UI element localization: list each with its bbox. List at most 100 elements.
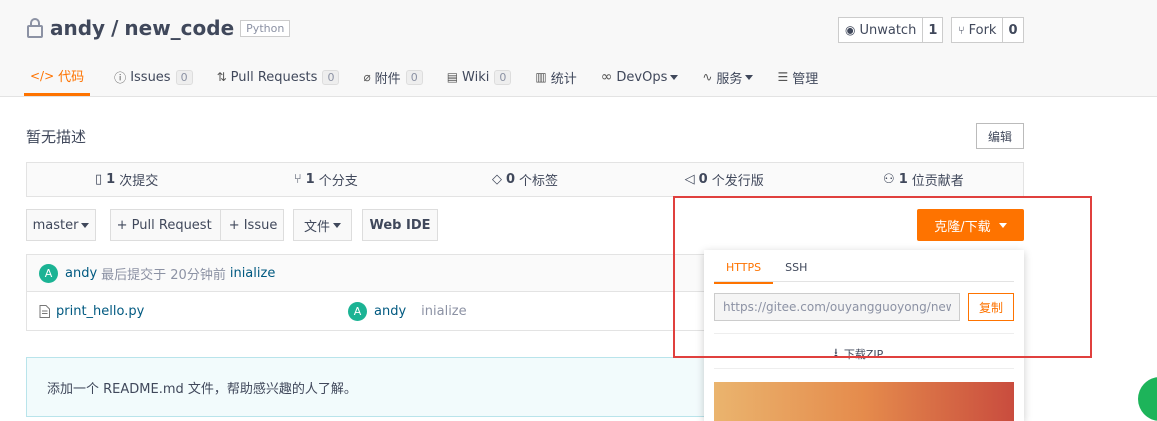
stat-label: 次提交 [119, 174, 159, 189]
edit-button[interactable]: 编辑 [976, 123, 1024, 149]
stat-label: 个标签 [519, 174, 559, 189]
file-commit-message[interactable]: inialize [421, 304, 466, 319]
repo-header: andy / new_code Python ◉ Unwatch 1 ⑂ Fork … [0, 0, 1157, 97]
tab-label: Issues [130, 69, 171, 85]
chevron-down-icon [333, 222, 341, 228]
highlight-box [673, 196, 1092, 358]
branch-icon: ⑂ [293, 172, 302, 187]
wiki-icon: ▤ [446, 70, 459, 84]
fork-label: Fork [968, 22, 997, 38]
tab-attachments[interactable]: ⌀ 附件 0 [363, 58, 423, 96]
issue-icon: ⓘ [114, 70, 127, 85]
tab-label: 管理 [792, 71, 819, 87]
stat-releases[interactable]: ◁ 0 个发行版 [625, 163, 824, 196]
commit-message[interactable]: inialize [230, 266, 275, 281]
tab-label: DevOps [616, 69, 668, 85]
file-icon [39, 304, 50, 318]
commit-icon: ▯ [94, 172, 103, 187]
attachment-icon: ⌀ [363, 70, 371, 84]
tab-label: 附件 [374, 71, 401, 87]
repo-title: andy / new_code Python [26, 16, 291, 40]
devops-icon: ∞ [600, 69, 613, 85]
unwatch-button[interactable]: ◉ Unwatch 1 [838, 17, 943, 43]
repo-description: 暂无描述 [26, 128, 87, 146]
tag-icon: ◇ [491, 172, 502, 187]
repo-separator: / [111, 16, 119, 40]
tab-service[interactable]: ∿ 服务 [702, 58, 754, 96]
chevron-down-icon [745, 74, 754, 80]
file-name[interactable]: print_hello.py [56, 304, 348, 319]
service-icon: ∿ [702, 70, 713, 84]
repo-tabs: </> 代码 ⓘ Issues 0 ⇅ Pull Requests 0 ⌀ 附件… [24, 58, 842, 97]
stat-count: 1 [106, 172, 116, 187]
release-icon: ◁ [684, 172, 695, 187]
repo-name[interactable]: new_code [124, 16, 234, 40]
new-pr-issue-group: + Pull Request + Issue [110, 209, 284, 241]
readme-hint-text[interactable]: 添加一个 README.md 文件，帮助感兴趣的人了解。 [47, 378, 357, 397]
chevron-down-icon [670, 74, 679, 80]
fork-count[interactable]: 0 [1002, 18, 1022, 42]
fork-button[interactable]: ⑂ Fork 0 [951, 17, 1024, 43]
table-row: print_hello.py A andy inialize [26, 292, 706, 331]
branch-name: master [32, 217, 79, 233]
divider [714, 368, 1014, 369]
unwatch-label: Unwatch [859, 22, 917, 38]
stat-tags[interactable]: ◇ 0 个标签 [425, 163, 624, 196]
tab-issues[interactable]: ⓘ Issues 0 [114, 58, 193, 96]
avatar[interactable]: A [39, 263, 58, 283]
file-menu-button[interactable]: 文件 [293, 209, 352, 241]
floating-action-button[interactable] [1138, 377, 1157, 421]
manage-icon: ☰ [777, 70, 789, 84]
new-issue-button[interactable]: + Issue [229, 218, 278, 233]
language-badge: Python [240, 19, 291, 37]
tab-pull-requests[interactable]: ⇅ Pull Requests 0 [217, 58, 340, 96]
tab-label: 服务 [716, 71, 743, 87]
unwatch-count[interactable]: 1 [922, 18, 942, 42]
new-pull-request-button[interactable]: + Pull Request [117, 218, 212, 233]
stat-contributors[interactable]: ⚇ 1 位贡献者 [824, 163, 1023, 196]
contributors-icon: ⚇ [883, 172, 895, 187]
promo-banner[interactable] [714, 382, 1014, 421]
tab-count: 0 [175, 69, 193, 85]
stat-label: 位贡献者 [911, 174, 964, 189]
eye-icon: ◉ [845, 23, 856, 37]
stat-count: 0 [698, 172, 708, 187]
tab-count: 0 [405, 69, 423, 85]
stat-branches[interactable]: ⑂ 1 个分支 [226, 163, 425, 196]
tab-label: 代码 [58, 70, 85, 85]
code-icon: </> [30, 68, 55, 83]
commit-time: 最后提交于 20分钟前 [101, 267, 226, 283]
tab-label: Pull Requests [230, 69, 318, 85]
stat-count: 1 [898, 172, 908, 187]
commit-author[interactable]: andy [65, 266, 97, 281]
tab-code[interactable]: </> 代码 [24, 58, 91, 96]
fork-icon: ⑂ [958, 23, 965, 37]
divider [219, 210, 221, 240]
file-menu-label: 文件 [303, 219, 330, 235]
branch-select[interactable]: master [26, 209, 96, 241]
stat-commits[interactable]: ▯ 1 次提交 [27, 163, 226, 196]
stat-label: 个分支 [318, 174, 358, 189]
web-ide-button[interactable]: Web IDE [362, 209, 438, 241]
repo-owner[interactable]: andy [50, 16, 105, 40]
stats-icon: ▥ [535, 70, 547, 84]
tab-label: 统计 [550, 71, 577, 87]
chevron-down-icon [81, 222, 90, 228]
stat-label: 个发行版 [711, 174, 764, 189]
repo-stats: ▯ 1 次提交 ⑂ 1 个分支 ◇ 0 个标签 ◁ 0 个发行版 ⚇ 1 位贡献… [26, 162, 1024, 197]
lock-icon [27, 18, 43, 38]
tab-manage[interactable]: ☰ 管理 [777, 58, 818, 96]
pull-request-icon: ⇅ [216, 70, 227, 84]
tab-stats[interactable]: ▥ 统计 [535, 58, 576, 96]
latest-commit-bar: A andy 最后提交于 20分钟前 inialize [26, 254, 706, 292]
tab-label: Wiki [462, 69, 490, 85]
stat-count: 1 [305, 172, 315, 187]
readme-hint: 添加一个 README.md 文件，帮助感兴趣的人了解。 [26, 357, 726, 417]
tab-wiki[interactable]: ▤ Wiki 0 [447, 58, 512, 96]
tab-devops[interactable]: ∞ DevOps [601, 58, 679, 96]
stat-count: 0 [505, 172, 516, 187]
tab-count: 0 [322, 69, 340, 85]
avatar[interactable]: A [348, 301, 367, 321]
file-commit-author[interactable]: andy [374, 304, 406, 319]
tab-count: 0 [494, 69, 512, 85]
